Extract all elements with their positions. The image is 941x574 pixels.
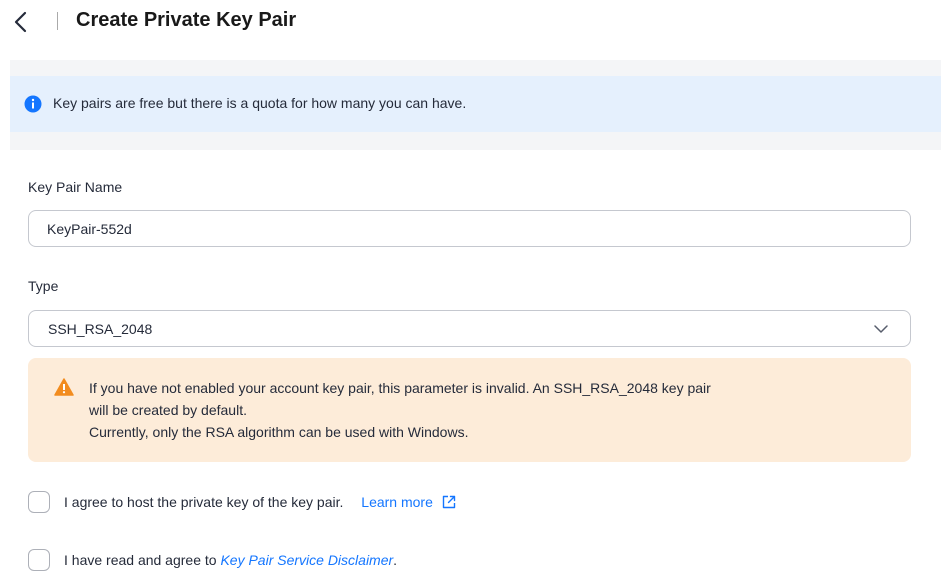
agree-disclaimer-suffix: . bbox=[393, 552, 398, 568]
back-button[interactable] bbox=[10, 8, 34, 36]
header-divider bbox=[57, 12, 58, 30]
warning-text: If you have not enabled your account key… bbox=[89, 377, 711, 443]
warning-line-1: If you have not enabled your account key… bbox=[89, 380, 711, 396]
type-label: Type bbox=[28, 278, 59, 294]
info-banner: Key pairs are free but there is a quota … bbox=[10, 76, 941, 132]
chevron-left-icon bbox=[14, 11, 27, 33]
agree-disclaimer-prefix: I have read and agree to bbox=[64, 552, 221, 568]
info-banner-text: Key pairs are free but there is a quota … bbox=[53, 95, 467, 111]
agree-host-text: I agree to host the private key of the k… bbox=[64, 494, 344, 510]
external-link-icon bbox=[442, 495, 456, 509]
agree-host-checkbox[interactable] bbox=[28, 491, 50, 513]
page-header: Create Private Key Pair bbox=[0, 0, 941, 44]
learn-more-label: Learn more bbox=[361, 494, 433, 510]
type-select[interactable]: SSH_RSA_2048 bbox=[28, 310, 911, 347]
warning-line-2: will be created by default. bbox=[89, 402, 247, 418]
key-pair-name-label: Key Pair Name bbox=[28, 179, 123, 195]
agree-disclaimer-row: I have read and agree to Key Pair Servic… bbox=[64, 552, 397, 568]
warning-banner: If you have not enabled your account key… bbox=[28, 358, 911, 462]
agree-disclaimer-checkbox[interactable] bbox=[28, 549, 50, 571]
warning-icon bbox=[54, 378, 74, 396]
key-pair-name-input[interactable] bbox=[28, 210, 911, 247]
learn-more-link[interactable]: Learn more bbox=[361, 494, 457, 510]
disclaimer-link[interactable]: Key Pair Service Disclaimer bbox=[220, 552, 393, 568]
warning-line-3: Currently, only the RSA algorithm can be… bbox=[89, 424, 469, 440]
agree-host-row: I agree to host the private key of the k… bbox=[64, 494, 457, 510]
page-title: Create Private Key Pair bbox=[76, 9, 297, 31]
info-icon bbox=[24, 95, 42, 113]
chevron-down-icon bbox=[874, 325, 888, 333]
type-select-value: SSH_RSA_2048 bbox=[48, 321, 153, 337]
